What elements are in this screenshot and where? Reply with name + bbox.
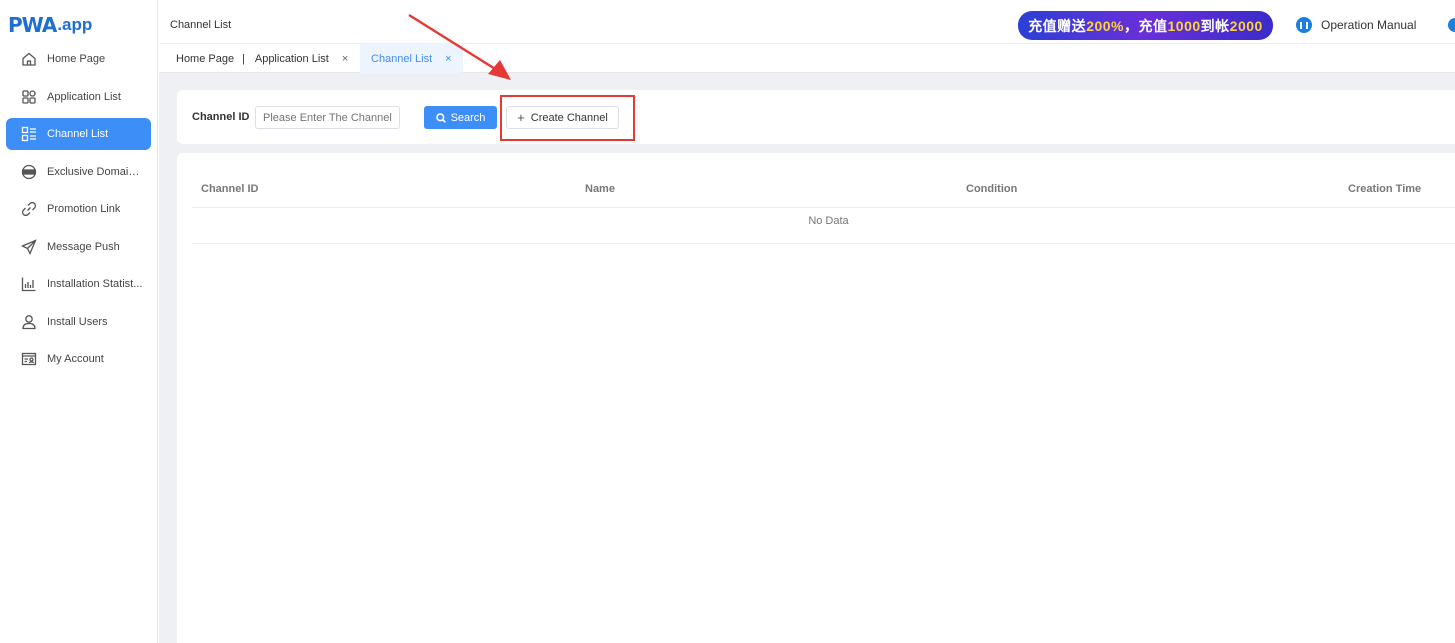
logo[interactable]: PWA .app xyxy=(8,12,92,38)
book-icon xyxy=(1296,17,1312,33)
column-header-name[interactable]: Name xyxy=(585,183,615,195)
send-icon xyxy=(20,238,38,256)
logo-mark: PWA xyxy=(8,13,57,37)
operation-manual-label: Operation Manual xyxy=(1321,18,1417,32)
promo-highlight-1: 200% xyxy=(1086,17,1124,34)
search-button[interactable]: Search xyxy=(424,106,497,129)
column-header-channel-id[interactable]: Channel ID xyxy=(201,183,258,195)
channel-table: Channel ID Name Condition Creation Time … xyxy=(177,153,1455,643)
annotation-highlight-box xyxy=(500,95,635,141)
sidebar-item-install-users[interactable]: Install Users xyxy=(6,306,151,338)
sidebar-item-label: Exclusive Domain... xyxy=(47,165,143,178)
sidebar-item-label: Home Page xyxy=(47,53,106,65)
column-header-creation-time[interactable]: Creation Time xyxy=(1348,183,1421,195)
sidebar-item-label: Message Push xyxy=(47,240,120,253)
channel-id-label: Channel ID xyxy=(192,111,250,123)
sidebar-item-label: Channel List xyxy=(47,128,109,140)
sidebar-item-application-list[interactable]: Application List xyxy=(6,81,151,113)
dns-icon xyxy=(20,163,38,181)
tab-label: Application List xyxy=(254,52,329,65)
sidebar-item-label: Install Users xyxy=(47,315,108,328)
close-icon[interactable]: × xyxy=(342,53,348,65)
home-icon xyxy=(20,50,38,68)
promo-text-3: 到帐 xyxy=(1200,17,1230,34)
tab-application-list[interactable]: | Application List × xyxy=(234,44,348,73)
top-bar: Channel List 充值赠送 200% ，充值 1000 到帐 2000 Opera… xyxy=(159,6,1455,44)
search-button-label: Search xyxy=(450,111,486,124)
sidebar-item-my-account[interactable]: My Account xyxy=(6,343,151,375)
search-icon xyxy=(435,112,446,123)
empty-text: No Data xyxy=(808,214,849,227)
tab-separator: | xyxy=(242,52,245,65)
promo-highlight-2: 1000 xyxy=(1167,17,1201,34)
chat-icon[interactable] xyxy=(1448,18,1455,32)
promo-text-1: 充值赠送 xyxy=(1028,17,1087,34)
list-icon xyxy=(20,125,38,143)
promo-text-2: ，充值 xyxy=(1124,17,1168,34)
tab-label: Home Page xyxy=(176,52,235,65)
tab-bar: Home Page | Application List × Channel L… xyxy=(159,44,1455,73)
sidebar-nav: Home Page Application List Channel List … xyxy=(6,43,151,381)
channel-id-input[interactable] xyxy=(255,106,400,129)
table-empty-state: No Data xyxy=(192,198,1455,244)
sidebar-item-label: Installation Statist... xyxy=(47,278,143,290)
breadcrumb: Channel List xyxy=(170,19,232,31)
column-header-condition[interactable]: Condition xyxy=(966,183,1017,195)
sidebar-item-home-page[interactable]: Home Page xyxy=(6,43,151,75)
account-card-icon xyxy=(20,350,38,368)
promo-highlight-3: 2000 xyxy=(1229,17,1263,34)
link-icon xyxy=(20,200,38,218)
bar-chart-icon xyxy=(20,275,38,293)
sidebar-item-installation-statistics[interactable]: Installation Statist... xyxy=(6,268,151,300)
sidebar-item-message-push[interactable]: Message Push xyxy=(6,231,151,263)
sidebar: PWA .app Home Page Application List Chan… xyxy=(0,0,158,643)
sidebar-item-promotion-link[interactable]: Promotion Link xyxy=(6,193,151,225)
user-icon xyxy=(20,313,38,331)
tab-home-page[interactable]: Home Page xyxy=(176,44,234,73)
logo-suffix: .app xyxy=(57,15,93,34)
operation-manual-link[interactable]: Operation Manual xyxy=(1296,17,1416,33)
annotation-arrow xyxy=(408,13,511,80)
sidebar-item-channel-list[interactable]: Channel List xyxy=(6,118,151,150)
sidebar-item-label: Promotion Link xyxy=(47,203,121,215)
sidebar-item-label: Application List xyxy=(47,90,121,103)
grid-icon xyxy=(20,88,38,106)
sidebar-item-exclusive-domain[interactable]: Exclusive Domain... xyxy=(6,156,151,188)
sidebar-item-label: My Account xyxy=(47,353,104,365)
filter-panel: Channel ID Search + Create Channel xyxy=(177,90,1455,144)
promo-banner[interactable]: 充值赠送 200% ，充值 1000 到帐 2000 xyxy=(1018,11,1273,40)
